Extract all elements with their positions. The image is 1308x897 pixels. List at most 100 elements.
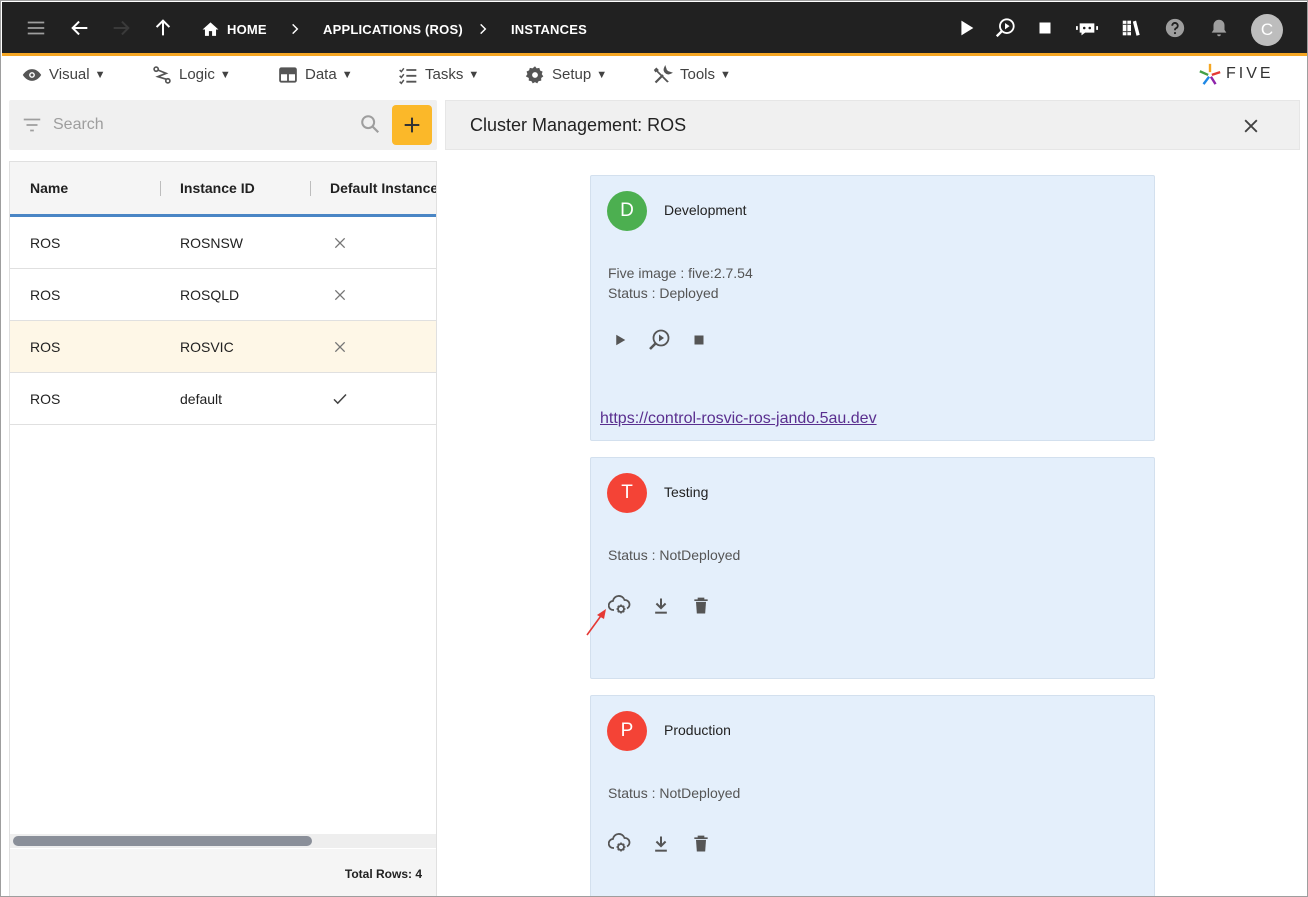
delete-button[interactable]	[688, 831, 714, 857]
search-icon[interactable]	[359, 113, 381, 135]
checklist-icon	[399, 67, 417, 84]
menu-data-label: Data	[305, 66, 337, 83]
cross-icon	[332, 217, 348, 268]
stop-button[interactable]	[686, 327, 712, 353]
menu-tools[interactable]: Tools ▼	[653, 58, 731, 91]
cloud-gear-icon	[608, 833, 631, 852]
top-bar: HOME APPLICATIONS (ROS) INSTANCES C	[2, 2, 1307, 56]
cell-instance-id: ROSQLD	[180, 286, 240, 303]
debug-run-icon	[649, 329, 670, 350]
breadcrumb-home[interactable]: HOME	[201, 2, 267, 56]
column-header-name[interactable]: Name	[30, 162, 68, 214]
run-button[interactable]	[607, 327, 633, 353]
user-avatar[interactable]: C	[1251, 14, 1283, 46]
delete-button[interactable]	[688, 593, 714, 619]
play-icon[interactable]	[952, 14, 980, 42]
stop-icon[interactable]	[1031, 14, 1059, 42]
page-title: Cluster Management: ROS	[470, 114, 687, 135]
menu-tools-label: Tools	[680, 66, 716, 83]
menu-bar: Visual ▼ Logic ▼ Data ▼ Tasks ▼ Setup ▼ …	[2, 58, 1307, 93]
filter-icon[interactable]	[21, 114, 43, 136]
menu-data[interactable]: Data ▼	[278, 58, 353, 91]
table-icon	[279, 66, 297, 83]
breadcrumb-instances-label: INSTANCES	[511, 21, 587, 37]
close-icon	[1244, 119, 1258, 133]
forward-arrow-icon[interactable]	[107, 14, 135, 42]
library-icon[interactable]	[1117, 14, 1145, 42]
cross-icon	[332, 321, 348, 372]
menu-tasks[interactable]: Tasks ▼	[398, 58, 479, 91]
column-divider[interactable]	[310, 181, 311, 196]
play-icon	[616, 334, 626, 346]
trash-icon	[694, 835, 708, 852]
table-row[interactable]: ROS ROSNSW	[10, 217, 436, 269]
caret-down-icon: ▼	[94, 68, 106, 81]
detail-header: Cluster Management: ROS	[445, 100, 1300, 150]
menu-visual[interactable]: Visual ▼	[22, 58, 105, 91]
up-arrow-icon[interactable]	[149, 14, 177, 42]
instances-table: Name Instance ID Default Instance ROS RO…	[9, 161, 437, 896]
column-divider[interactable]	[160, 181, 161, 196]
menu-logic[interactable]: Logic ▼	[152, 58, 231, 91]
environment-name: Production	[664, 722, 731, 738]
scrollbar-thumb[interactable]	[13, 836, 312, 846]
caret-down-icon: ▼	[219, 68, 231, 81]
annotation-arrow-icon	[586, 609, 606, 636]
menu-icon[interactable]	[22, 14, 50, 42]
chevron-right-icon	[476, 2, 490, 56]
menu-setup[interactable]: Setup ▼	[525, 58, 607, 91]
caret-down-icon: ▼	[596, 68, 608, 81]
table-row[interactable]: ROS ROSQLD	[10, 269, 436, 321]
tools-icon	[653, 64, 673, 83]
download-button[interactable]	[648, 831, 674, 857]
table-row[interactable]: ROS default	[10, 373, 436, 425]
table-row-selected[interactable]: ROS ROSVIC	[10, 321, 436, 373]
cell-name: ROS	[30, 338, 61, 355]
back-arrow-icon[interactable]	[66, 14, 94, 42]
logic-icon	[153, 65, 171, 84]
download-button[interactable]	[648, 593, 674, 619]
environment-card-testing: T Testing Status : NotDeployed	[590, 457, 1155, 679]
debug-run-icon[interactable]	[991, 14, 1019, 42]
chat-bot-icon[interactable]	[1073, 14, 1101, 42]
table-footer: Total Rows: 4	[10, 849, 436, 896]
check-icon	[331, 373, 349, 424]
five-logo-text: FIVE	[1226, 65, 1274, 82]
environment-initial: P	[620, 720, 634, 741]
help-icon[interactable]	[1161, 14, 1189, 42]
environment-initial: T	[621, 482, 633, 503]
menu-tasks-label: Tasks	[425, 66, 464, 83]
deploy-button[interactable]	[607, 592, 633, 618]
environment-name: Testing	[664, 484, 709, 500]
bell-icon[interactable]	[1205, 14, 1233, 42]
deploy-button[interactable]	[607, 830, 633, 856]
add-button[interactable]	[392, 105, 432, 145]
environment-status: Status : NotDeployed	[608, 785, 741, 801]
column-header-default-instance[interactable]: Default Instance	[330, 162, 436, 214]
debug-run-button[interactable]	[646, 327, 672, 353]
user-avatar-initial: C	[1260, 20, 1274, 39]
caret-down-icon: ▼	[341, 68, 353, 81]
close-button[interactable]	[1239, 114, 1263, 138]
cell-name: ROS	[30, 390, 61, 407]
column-header-instance-id[interactable]: Instance ID	[180, 162, 255, 214]
app-window: HOME APPLICATIONS (ROS) INSTANCES C Visu…	[0, 0, 1308, 897]
environment-avatar: T	[607, 473, 647, 513]
menu-setup-label: Setup	[552, 66, 592, 83]
total-rows-count: Total Rows: 4	[344, 867, 422, 881]
environment-url-link[interactable]: https://control-rosvic-ros-jando.5au.dev	[600, 410, 877, 428]
environment-avatar: D	[607, 191, 647, 231]
environment-initial: D	[620, 200, 634, 221]
chevron-right-icon	[288, 2, 302, 56]
caret-down-icon: ▼	[720, 68, 731, 81]
stop-icon	[694, 335, 704, 345]
environment-avatar: P	[607, 711, 647, 751]
menu-visual-label: Visual	[49, 66, 90, 83]
gear-icon	[525, 65, 544, 83]
cross-icon	[332, 269, 348, 320]
breadcrumb-instances[interactable]: INSTANCES	[511, 2, 587, 56]
breadcrumb-applications[interactable]: APPLICATIONS (ROS)	[323, 2, 463, 56]
download-icon	[655, 836, 667, 852]
search-input[interactable]	[53, 111, 353, 139]
trash-icon	[694, 597, 708, 614]
